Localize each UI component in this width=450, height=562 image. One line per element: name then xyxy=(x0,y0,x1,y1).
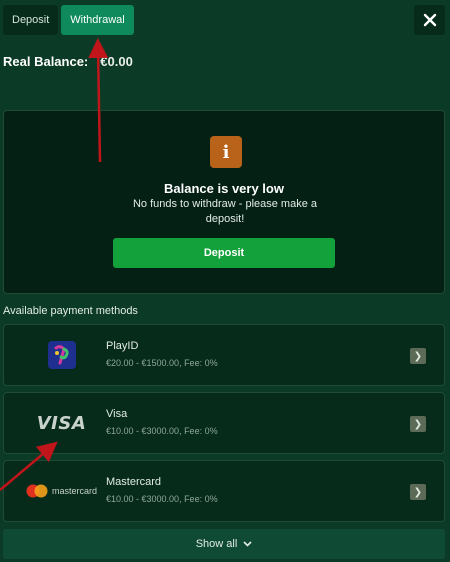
low-balance-notice: i Balance is very low No funds to withdr… xyxy=(3,110,445,294)
mastercard-logo-text: mastercard xyxy=(51,486,97,496)
balance-label: Real Balance: xyxy=(3,54,89,69)
payment-method-limits: €20.00 - €1500.00, Fee: 0% xyxy=(106,358,218,368)
visa-logo: VISA xyxy=(24,401,99,445)
chevron-right-icon[interactable]: ❯ xyxy=(410,416,426,432)
balance-row: Real Balance: €0.00 xyxy=(3,54,133,69)
deposit-button[interactable]: Deposit xyxy=(113,238,335,268)
payment-method-mastercard[interactable]: mastercard Mastercard €10.00 - €3000.00,… xyxy=(3,460,445,522)
info-icon: i xyxy=(210,136,242,168)
payment-methods-heading: Available payment methods xyxy=(3,305,138,317)
tab-deposit[interactable]: Deposit xyxy=(3,5,59,35)
show-all-label: Show all xyxy=(195,538,238,550)
playid-logo xyxy=(24,333,99,377)
chevron-right-icon[interactable]: ❯ xyxy=(410,484,426,500)
close-icon xyxy=(423,13,436,27)
payment-method-playid[interactable]: PlayID €20.00 - €1500.00, Fee: 0% ❯ xyxy=(3,324,445,386)
mastercard-logo: mastercard xyxy=(24,469,99,513)
payment-method-limits: €10.00 - €3000.00, Fee: 0% xyxy=(106,426,218,436)
notice-message: No funds to withdraw - please make a dep… xyxy=(132,198,318,225)
chevron-down-icon xyxy=(243,541,252,547)
payment-method-name: Visa xyxy=(106,408,128,420)
chevron-right-icon[interactable]: ❯ xyxy=(410,348,426,364)
close-button[interactable] xyxy=(414,5,445,35)
payment-method-limits: €10.00 - €3000.00, Fee: 0% xyxy=(106,494,218,504)
tab-bar: Deposit Withdrawal xyxy=(3,5,134,35)
visa-logo-text: VISA xyxy=(36,412,87,434)
payment-method-name: PlayID xyxy=(106,340,139,352)
notice-title: Balance is very low xyxy=(164,181,284,196)
payment-method-name: Mastercard xyxy=(106,476,162,488)
show-all-button[interactable]: Show all xyxy=(3,529,445,559)
tab-withdrawal[interactable]: Withdrawal xyxy=(61,5,134,35)
payment-method-visa[interactable]: VISA Visa €10.00 - €3000.00, Fee: 0% ❯ xyxy=(3,392,445,454)
balance-value: €0.00 xyxy=(100,54,133,69)
